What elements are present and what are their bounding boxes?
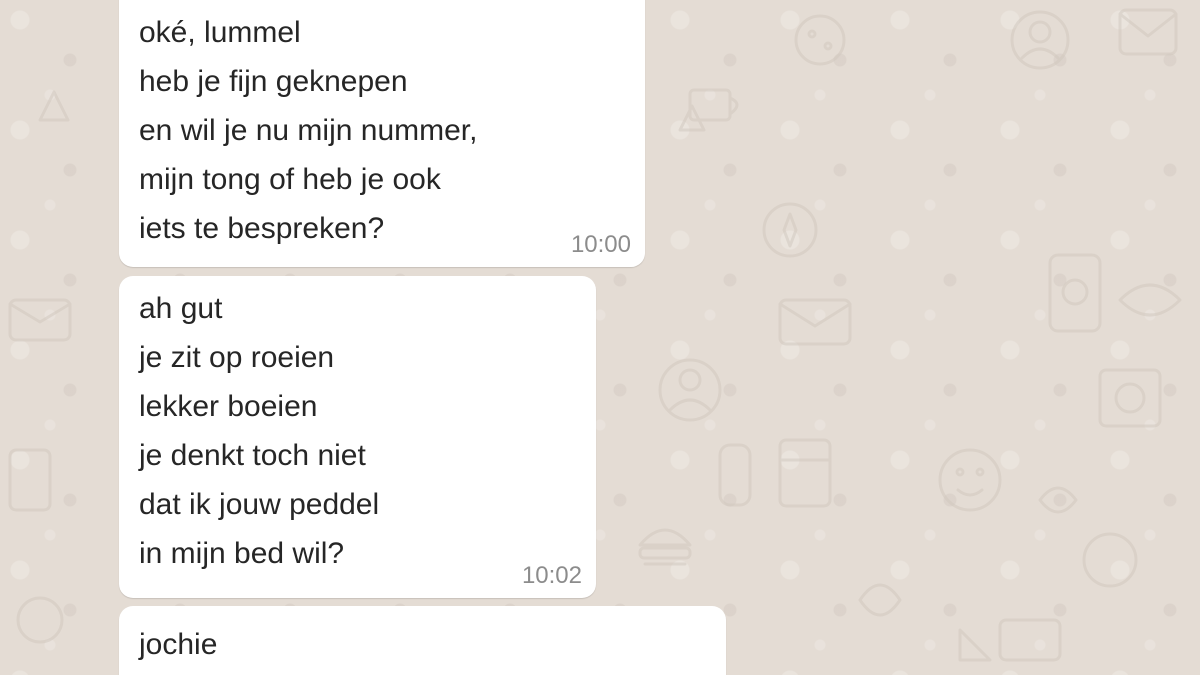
message-bubble[interactable]: oké, lummel heb je fijn geknepen en wil … xyxy=(119,0,645,267)
message-line: jochie xyxy=(139,628,218,661)
left-triangle-doodle-icon xyxy=(38,90,70,122)
message-line: oké, lummel xyxy=(139,16,301,49)
mail-doodle-icon xyxy=(778,298,852,346)
profile-doodle-icon xyxy=(1010,10,1070,70)
message-line: heb je fijn geknepen xyxy=(139,65,408,98)
message-line: in mijn bed wil? xyxy=(139,537,345,570)
message-line: mijn tong of heb je ook xyxy=(139,163,441,196)
compass-doodle-icon xyxy=(762,202,818,258)
message-line: en wil je nu mijn nummer, xyxy=(139,114,478,147)
message-line: lekker boeien xyxy=(139,390,318,423)
ring-doodle-icon xyxy=(1082,532,1138,588)
message-bubble[interactable]: ah gut je zit op roeien lekker boeien je… xyxy=(119,276,596,598)
burger-doodle-icon xyxy=(638,528,692,547)
message-text: jochie xyxy=(139,614,706,669)
message-line: iets te bespreken? xyxy=(139,212,385,245)
cookie-doodle-icon xyxy=(794,14,846,66)
left-circle-doodle-icon xyxy=(16,596,64,644)
message-text: ah gut je zit op roeien lekker boeien je… xyxy=(139,284,576,578)
left-carton-doodle-icon xyxy=(8,448,52,512)
message-text: oké, lummel heb je fijn geknepen en wil … xyxy=(139,0,625,253)
lips-doodle-icon xyxy=(1118,283,1182,317)
message-timestamp: 10:02 xyxy=(521,562,582,589)
camera-doodle-icon xyxy=(1098,368,1162,428)
plane-doodle-icon xyxy=(958,628,992,662)
left-mail-doodle-icon xyxy=(8,298,72,342)
message-line: dat ik jouw peddel xyxy=(139,488,380,521)
message-line: je zit op roeien xyxy=(139,341,335,374)
card-doodle-icon xyxy=(998,618,1062,662)
phone-doodle-icon xyxy=(1048,253,1102,333)
face-doodle-icon xyxy=(938,448,1002,512)
flower-doodle-icon xyxy=(1038,486,1078,514)
heart-doodle-icon xyxy=(858,583,902,617)
message-bubble[interactable]: jochie xyxy=(119,606,726,675)
message-timestamp: 10:00 xyxy=(570,231,631,258)
bottle-doodle-icon xyxy=(718,443,752,507)
message-line: ah gut xyxy=(139,292,223,325)
envelope-doodle-icon xyxy=(1118,8,1178,56)
message-line: je denkt toch niet xyxy=(139,439,366,472)
milk-doodle-icon xyxy=(778,438,832,508)
